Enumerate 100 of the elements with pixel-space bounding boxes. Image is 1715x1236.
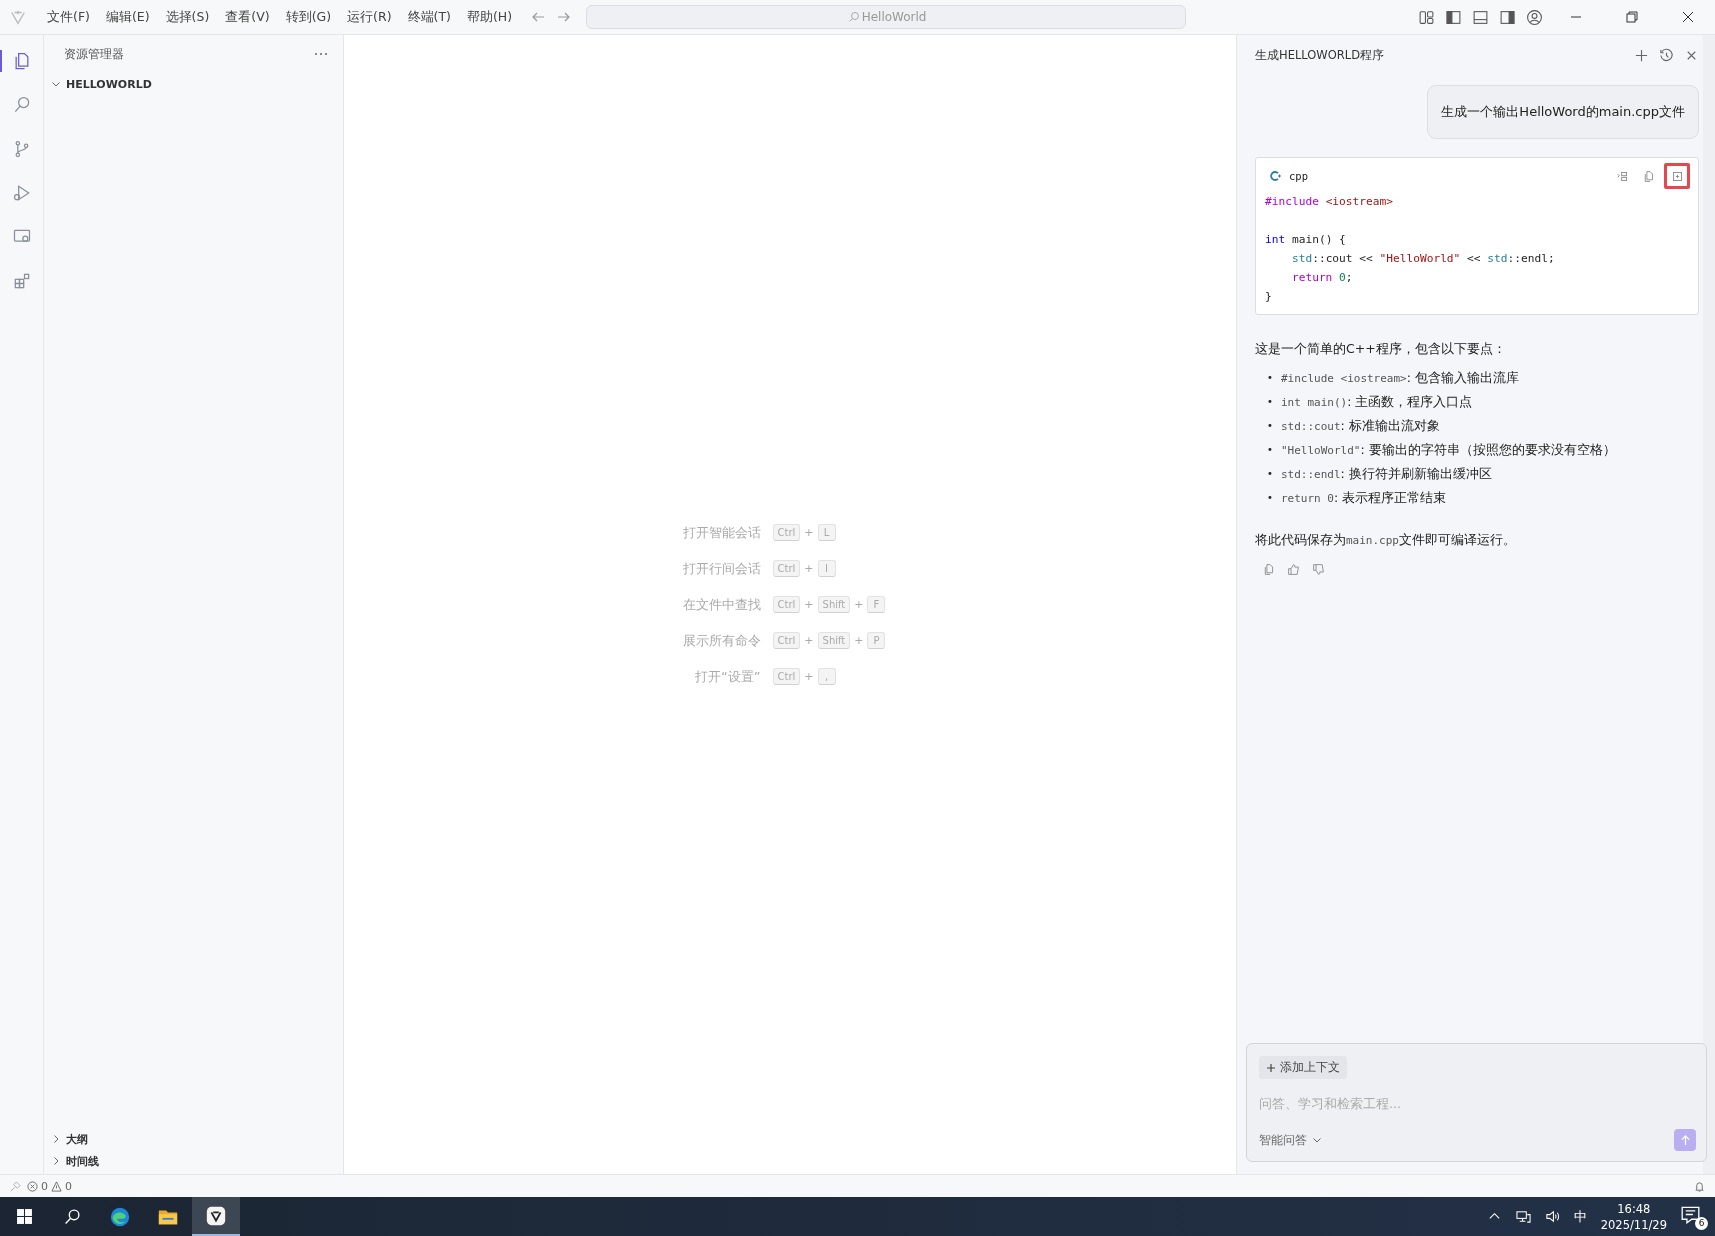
layout-icon[interactable] [1418, 8, 1435, 26]
notification-count: 6 [1695, 1216, 1708, 1230]
menu-item[interactable]: 运行(R) [339, 8, 400, 26]
copy-icon[interactable] [1262, 563, 1275, 576]
thumbs-up-icon[interactable] [1287, 563, 1300, 576]
plus-icon[interactable] [1634, 47, 1649, 63]
bullet-item: "HelloWorld": 要输出的字符串（按照您的要求没有空格） [1280, 441, 1616, 459]
menu-item[interactable]: 终端(T) [399, 8, 459, 26]
code-line: } [1265, 289, 1273, 305]
network-icon[interactable] [1515, 1209, 1531, 1224]
warning-icon [51, 1180, 62, 1192]
bullet-marker: • [1267, 395, 1273, 409]
apply-icon [1670, 169, 1684, 183]
plus-sign: + [854, 598, 864, 611]
error-icon [27, 1180, 38, 1192]
volume-icon[interactable] [1544, 1209, 1560, 1224]
browser-icon [109, 1205, 131, 1228]
bullet-item: std::endl: 换行符并刷新输出缓冲区 [1280, 465, 1492, 483]
user-message: 生成一个输出HelloWord的main.cpp文件 [1427, 85, 1699, 139]
key-cap: Ctrl [772, 668, 801, 685]
bullet-item: return 0: 表示程序正常结束 [1280, 489, 1447, 507]
key-cap: , [817, 668, 836, 685]
folder-name[interactable]: HELLOWORLD [66, 77, 152, 91]
menu-item[interactable]: 帮助(H) [458, 8, 521, 26]
arrow-up-icon [1679, 1134, 1691, 1146]
menu-item[interactable]: 转到(G) [277, 8, 340, 26]
plus-sign: + [804, 670, 814, 683]
key-cap: Ctrl [772, 524, 801, 541]
bullet-marker: • [1267, 371, 1273, 385]
key-cap: P [867, 632, 886, 649]
plus-sign: + [804, 526, 814, 539]
search-icon [848, 11, 861, 23]
warning-count: 0 [65, 1179, 72, 1193]
section-header[interactable]: 时间线 [66, 1153, 99, 1169]
chat-input-field[interactable]: 问答、学习和检索工程... [1259, 1093, 1696, 1113]
key-cap: Ctrl [772, 632, 801, 649]
bullet-marker: • [1267, 419, 1273, 433]
bell-icon[interactable] [1694, 1180, 1705, 1192]
code-action-button[interactable] [1664, 163, 1690, 189]
key-cap: Shift [817, 632, 851, 649]
bottom-panel-icon[interactable] [1472, 8, 1489, 26]
close-icon[interactable] [1682, 11, 1694, 23]
shortcut-label: 在文件中查找 [682, 596, 761, 614]
cpp-icon [1269, 170, 1281, 182]
key-cap: Shift [817, 596, 851, 613]
language-label: cpp [1289, 170, 1308, 182]
code-line: int main() { [1265, 232, 1347, 248]
code-line: std::cout << "HelloWorld" << std::endl; [1290, 251, 1556, 267]
key-cap: Ctrl [772, 596, 801, 613]
bullet-item: #include <iostream>: 包含输入输出流库 [1280, 369, 1519, 387]
chat-title: 生成HELLOWORLD程序 [1255, 47, 1385, 63]
plus-sign: + [804, 634, 814, 647]
windows-logo-icon [15, 1208, 33, 1225]
restore-icon[interactable] [1626, 11, 1638, 23]
add-context-button[interactable]: 添加上下文 [1259, 1056, 1347, 1079]
account-icon[interactable] [1526, 8, 1543, 26]
plus-icon [1266, 1062, 1276, 1073]
key-cap: I [817, 560, 836, 577]
key-cap: L [817, 524, 836, 541]
plus-sign: + [854, 634, 864, 647]
shortcut-label: 展示所有命令 [682, 632, 761, 650]
menu-item[interactable]: 选择(S) [157, 8, 218, 26]
bullet-marker: • [1267, 467, 1273, 481]
bullet-item: int main(): 主函数，程序入口点 [1280, 393, 1473, 411]
search-icon [63, 1208, 81, 1225]
answer-text: 将此代码保存为main.cpp文件即可编译运行。 [1255, 532, 1517, 549]
shortcut-label: 打开“设置” [694, 668, 761, 686]
section-header[interactable]: 大纲 [66, 1131, 88, 1147]
command-search-field[interactable]: HelloWorld [586, 5, 1187, 29]
error-count: 0 [41, 1179, 48, 1193]
insert-icon [1615, 169, 1629, 183]
key-cap: F [867, 596, 886, 613]
key-cap: Ctrl [772, 560, 801, 577]
bullet-marker: • [1267, 491, 1273, 505]
shortcut-label: 打开行间会话 [682, 560, 761, 578]
app-logo-icon [205, 1204, 227, 1227]
left-sidebar-icon[interactable] [1445, 8, 1462, 26]
mode-dropdown[interactable]: 智能问答 [1259, 1131, 1322, 1149]
run-debug-icon [11, 183, 32, 203]
code-line: return 0; [1290, 270, 1354, 286]
menu-item[interactable]: 文件(F) [39, 8, 98, 26]
input-method-indicator[interactable]: 中 [1573, 1207, 1587, 1226]
scrollbar-track[interactable] [1703, 35, 1715, 1174]
shortcut-label: 打开智能会话 [682, 524, 761, 542]
code-line: #include <iostream> [1265, 194, 1394, 210]
bullet-item: std::cout: 标准输出流对象 [1280, 417, 1440, 435]
clock[interactable]: 16:48 2025/11/29 [1600, 1200, 1667, 1233]
taskbar-app[interactable] [192, 1197, 240, 1236]
answer-text: 这是一个简单的C++程序，包含以下要点： [1255, 341, 1507, 358]
right-sidebar-icon[interactable] [1499, 8, 1516, 26]
menu-item[interactable]: 编辑(E) [97, 8, 158, 26]
thumbs-down-icon[interactable] [1312, 563, 1325, 576]
chevron-down-icon [1312, 1135, 1322, 1145]
plus-sign: + [804, 562, 814, 575]
message-icon [1681, 1204, 1700, 1224]
menu-item[interactable]: 查看(V) [217, 8, 278, 26]
problems-indicator[interactable]: 0 0 [27, 1179, 72, 1193]
history-icon[interactable] [1659, 47, 1674, 63]
notification-button[interactable]: 6 [1681, 1204, 1705, 1229]
bullet-marker: • [1267, 443, 1273, 457]
